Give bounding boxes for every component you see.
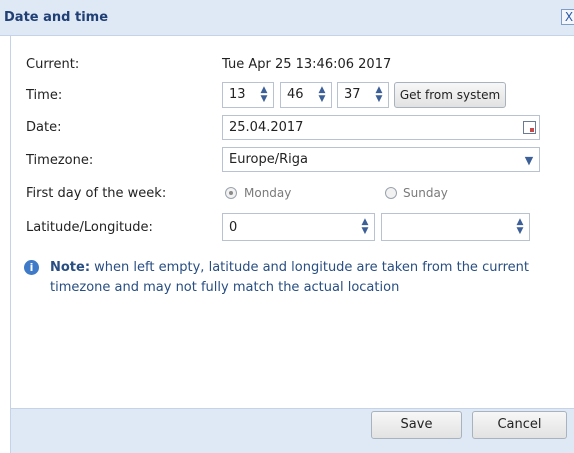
radio-monday-label: Monday xyxy=(244,186,292,200)
seconds-value: 37 xyxy=(344,87,361,102)
get-from-system-button[interactable]: Get from system xyxy=(394,82,506,108)
timezone-label: Timezone: xyxy=(26,153,94,168)
spin-arrows-icon[interactable]: ▲ ▼ xyxy=(372,85,386,105)
date-field[interactable]: 25.04.2017 xyxy=(222,115,540,140)
timezone-value: Europe/Riga xyxy=(229,152,308,167)
time-label: Time: xyxy=(26,88,63,103)
close-icon[interactable]: X xyxy=(561,9,574,25)
radio-monday[interactable] xyxy=(225,187,237,199)
date-value: 25.04.2017 xyxy=(229,120,304,135)
seconds-stepper[interactable]: 37 ▲ ▼ xyxy=(337,82,389,108)
calendar-icon[interactable] xyxy=(523,121,536,134)
dialog-titlebar: Date and time X xyxy=(0,0,574,36)
minutes-stepper[interactable]: 46 ▲ ▼ xyxy=(280,82,332,108)
note-bold: Note: xyxy=(50,260,91,275)
spin-arrows-icon[interactable]: ▲ ▼ xyxy=(315,85,329,105)
latitude-value: 0 xyxy=(229,220,238,235)
cancel-button[interactable]: Cancel xyxy=(472,411,567,439)
note-text: Note: when left empty, latitude and long… xyxy=(50,258,560,298)
latitude-input[interactable]: 0 ▲ ▼ xyxy=(222,213,375,241)
note-body: when left empty, latitude and longitude … xyxy=(50,260,529,295)
longitude-input[interactable]: ▲ ▼ xyxy=(381,213,530,241)
info-icon: i xyxy=(24,260,39,275)
dialog-title: Date and time xyxy=(4,10,109,25)
radio-sunday-label: Sunday xyxy=(403,186,448,200)
latlong-label: Latitude/Longitude: xyxy=(26,220,153,235)
spin-arrows-icon[interactable]: ▲ ▼ xyxy=(358,217,372,237)
date-label: Date: xyxy=(26,120,62,135)
spin-arrows-icon[interactable]: ▲ ▼ xyxy=(513,217,527,237)
current-value: Tue Apr 25 13:46:06 2017 xyxy=(222,57,392,72)
hours-stepper[interactable]: 13 ▲ ▼ xyxy=(222,82,274,108)
spin-arrows-icon[interactable]: ▲ ▼ xyxy=(257,85,271,105)
timezone-select[interactable]: Europe/Riga ▼ xyxy=(222,147,540,172)
first-day-label: First day of the week: xyxy=(26,186,167,201)
minutes-value: 46 xyxy=(287,87,304,102)
save-button[interactable]: Save xyxy=(371,411,462,439)
current-label: Current: xyxy=(26,57,80,72)
hours-value: 13 xyxy=(229,87,246,102)
radio-sunday[interactable] xyxy=(385,187,397,199)
chevron-down-icon[interactable]: ▼ xyxy=(519,148,539,172)
